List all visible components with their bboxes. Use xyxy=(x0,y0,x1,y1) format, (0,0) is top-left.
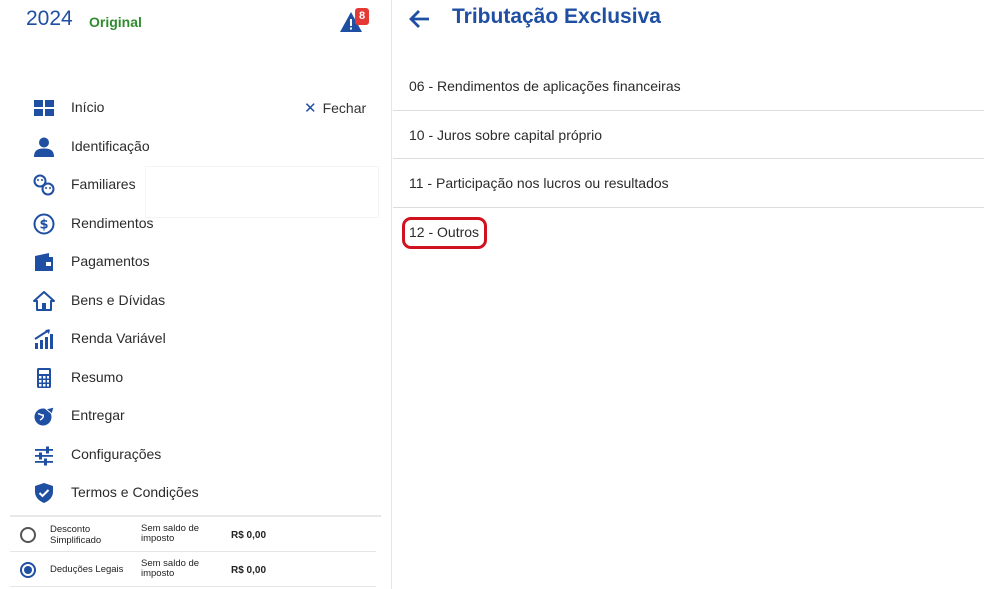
family-icon xyxy=(33,174,55,196)
dashboard-icon xyxy=(34,100,54,116)
app-window: 2024 Original 8 ✕ Fechar Início Identifi… xyxy=(0,0,984,589)
list-item[interactable]: 11 - Participação nos lucros ou resultad… xyxy=(393,159,984,209)
list-item-label: 06 - Rendimentos de aplicações financeir… xyxy=(409,78,681,94)
sidebar-item-renda-variavel[interactable]: Renda Variável xyxy=(0,319,392,358)
list-item-label: 12 - Outros xyxy=(409,224,480,241)
option-status: Sem saldo de imposto xyxy=(141,523,200,544)
list-item[interactable]: 06 - Rendimentos de aplicações financeir… xyxy=(393,62,984,111)
sidebar-menu: Início Identificação Familiares $ Rendim… xyxy=(0,88,392,512)
person-icon xyxy=(34,137,54,157)
main-content: Tributação Exclusiva 06 - Rendimentos de… xyxy=(393,0,984,589)
divider xyxy=(10,515,381,517)
sidebar-item-pagamentos[interactable]: Pagamentos xyxy=(0,242,392,281)
dollar-circle-icon: $ xyxy=(33,213,55,234)
sidebar-item-label: Termos e Condições xyxy=(71,484,199,500)
chart-up-icon xyxy=(34,329,53,349)
alert-count-badge: 8 xyxy=(355,8,369,25)
sidebar-item-label: Renda Variável xyxy=(71,330,166,346)
sidebar-item-label: Início xyxy=(71,99,105,115)
radio-button-selected[interactable] xyxy=(20,562,36,578)
calculator-icon xyxy=(37,367,51,388)
sidebar-item-label: Rendimentos xyxy=(71,214,154,231)
sidebar-item-label: Familiares xyxy=(71,176,136,192)
sidebar: 2024 Original 8 ✕ Fechar Início Identifi… xyxy=(0,0,392,589)
house-icon xyxy=(33,290,55,311)
sidebar-item-label: Configurações xyxy=(71,445,162,462)
sidebar-item-termos[interactable]: Termos e Condições xyxy=(0,473,392,512)
sidebar-item-bens-dividas[interactable]: Bens e Dívidas xyxy=(0,281,392,320)
sidebar-item-label: Pagamentos xyxy=(71,253,150,269)
list-item-label: 10 - Juros sobre capital próprio xyxy=(409,126,602,143)
sidebar-item-inicio[interactable]: Início xyxy=(0,88,392,127)
shield-check-icon xyxy=(35,483,53,503)
option-status: Sem saldo de imposto xyxy=(141,558,200,579)
sidebar-header: 2024 Original 8 xyxy=(0,0,392,60)
option-desconto-simplificado[interactable]: Desconto Simplificado Sem saldo de impos… xyxy=(10,518,376,552)
sliders-icon xyxy=(35,446,53,465)
declaration-year: 2024 xyxy=(26,7,73,30)
sidebar-item-label: Resumo xyxy=(71,368,124,385)
sidebar-item-identificacao[interactable]: Identificação xyxy=(0,127,392,166)
list-item[interactable]: 10 - Juros sobre capital próprio xyxy=(393,111,984,160)
sidebar-item-entregar[interactable]: Entregar xyxy=(0,396,392,435)
option-name: Deduções Legais xyxy=(50,564,124,575)
wallet-icon xyxy=(35,253,53,271)
option-value: R$ 0,00 xyxy=(231,565,267,576)
radio-button[interactable] xyxy=(20,527,36,543)
sidebar-item-label: Bens e Dívidas xyxy=(71,291,166,308)
globe-send-icon xyxy=(34,406,55,426)
option-deducoes-legais[interactable]: Deduções Legais Sem saldo de imposto R$ … xyxy=(10,553,376,587)
sidebar-item-label: Entregar xyxy=(71,407,125,423)
list-item-label: 11 - Participação nos lucros ou resultad… xyxy=(409,175,669,192)
svg-text:$: $ xyxy=(39,217,48,232)
redacted-area xyxy=(146,167,378,217)
page-title: Tributação Exclusiva xyxy=(452,5,661,28)
sidebar-item-label: Identificação xyxy=(71,137,150,154)
declaration-type: Original xyxy=(89,14,142,30)
option-value: R$ 0,00 xyxy=(231,530,267,541)
sidebar-item-resumo[interactable]: Resumo xyxy=(0,358,392,397)
arrow-left-icon xyxy=(409,10,429,28)
back-button[interactable] xyxy=(407,7,433,31)
list-item[interactable]: 12 - Outros xyxy=(393,208,984,257)
income-type-list: 06 - Rendimentos de aplicações financeir… xyxy=(393,62,984,257)
option-name: Desconto Simplificado xyxy=(50,524,102,546)
alerts-button[interactable]: 8 xyxy=(339,7,371,35)
sidebar-item-configuracoes[interactable]: Configurações xyxy=(0,435,392,474)
